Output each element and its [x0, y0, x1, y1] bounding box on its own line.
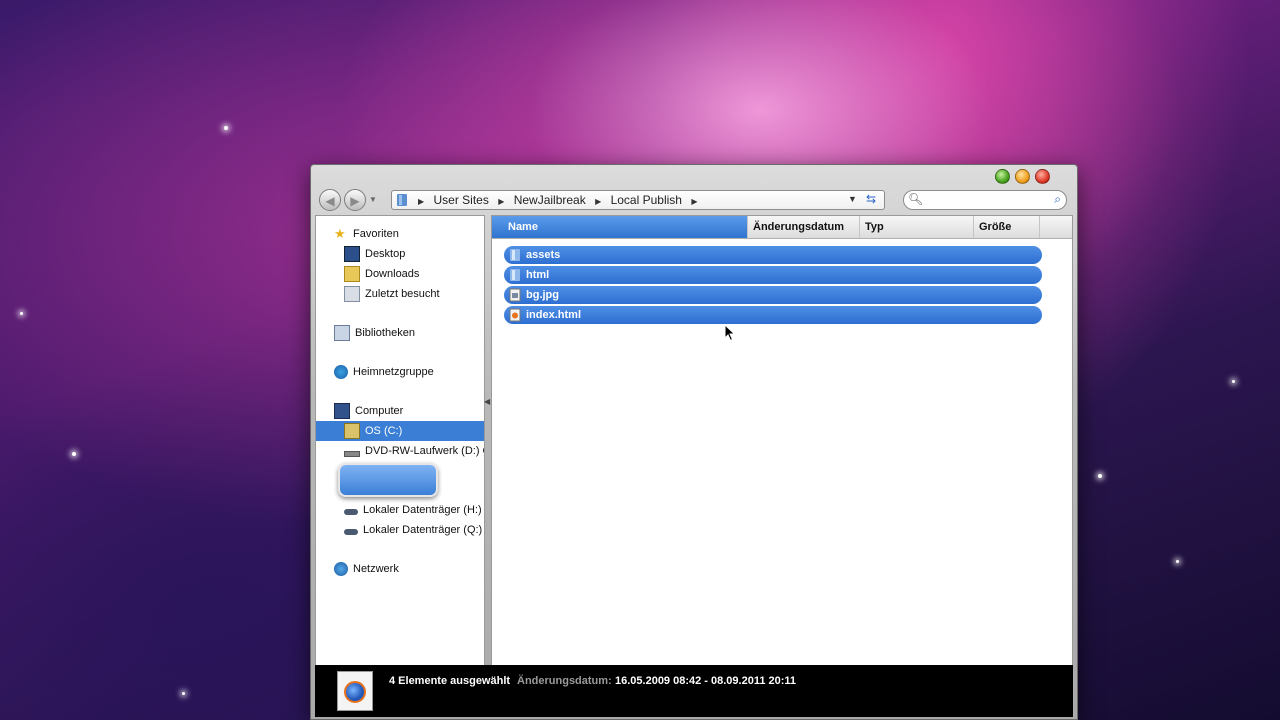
downloads-folder-icon [344, 266, 360, 283]
file-row[interactable]: index.html [504, 306, 1042, 324]
file-row[interactable]: assets [504, 246, 1042, 264]
breadcrumb: ▶ User Sites ▶ NewJailbreak ▶ Local Publ… [412, 191, 703, 209]
hard-drive-icon [344, 529, 358, 536]
nav-computer[interactable]: Computer [334, 401, 403, 421]
nav-item-recent[interactable]: Zuletzt besucht [344, 284, 440, 304]
date-modified-value: 16.05.2009 08:42 - 08.09.2011 20:11 [615, 675, 797, 687]
breadcrumb-separator[interactable]: ▶ [691, 197, 697, 206]
star [20, 312, 23, 315]
minimize-button[interactable] [995, 169, 1010, 184]
nav-item-downloads[interactable]: Downloads [344, 264, 419, 284]
file-name: index.html [526, 309, 582, 321]
drive-icon [344, 423, 360, 440]
toolbar: ◀ ▶ ▼ ▶ User Sites ▶ NewJailbreak ▶ Loca… [311, 187, 1077, 215]
star [224, 126, 228, 130]
folder-icon [510, 249, 520, 261]
star [1098, 474, 1102, 478]
zoom-button[interactable] [1015, 169, 1030, 184]
address-dropdown-icon[interactable]: ▼ [848, 194, 857, 204]
star [182, 692, 185, 695]
recent-pages-dropdown[interactable]: ▼ [369, 195, 377, 204]
nav-network[interactable]: Netzwerk [334, 559, 399, 579]
star [1176, 560, 1179, 563]
forward-button[interactable]: ▶ [344, 189, 366, 211]
selection-count: 4 Elemente ausgewählt [389, 675, 511, 687]
desktop-icon [344, 246, 360, 263]
file-name: bg.jpg [526, 289, 559, 301]
star [72, 452, 76, 456]
folder-icon [397, 194, 407, 206]
breadcrumb-separator[interactable]: ▶ [595, 197, 601, 206]
file-name: assets [526, 249, 561, 261]
navigation-pane: ★ Favoriten Desktop Downloads Zuletzt bes… [315, 215, 485, 667]
recent-places-icon [344, 286, 360, 303]
search-input[interactable]: 🔍︎ ⌕ [903, 190, 1067, 210]
explorer-window: ◀ ▶ ▼ ▶ User Sites ▶ NewJailbreak ▶ Loca… [310, 164, 1078, 720]
image-file-icon [509, 288, 521, 302]
nav-item-drive-q[interactable]: Lokaler Datenträger (Q:) [344, 520, 482, 540]
breadcrumb-item[interactable]: Local Publish [611, 193, 682, 207]
star-icon: ★ [334, 226, 346, 242]
breadcrumb-separator[interactable]: ▶ [418, 197, 424, 206]
computer-icon [334, 403, 350, 420]
refresh-icon[interactable]: ⇆ [866, 192, 876, 206]
file-row[interactable]: bg.jpg [504, 286, 1042, 304]
hard-drive-icon [344, 509, 358, 516]
nav-homegroup[interactable]: Heimnetzgruppe [334, 362, 434, 382]
nav-libraries[interactable]: Bibliotheken [334, 323, 415, 343]
column-header: Name Änderungsdatum Typ Größe [492, 216, 1072, 239]
column-size[interactable]: Größe [974, 216, 1040, 238]
mouse-cursor-icon [724, 324, 736, 342]
splitter-arrow-icon: ◀ [484, 397, 491, 406]
star [1232, 380, 1235, 383]
nav-favorites[interactable]: ★ Favoriten [334, 224, 399, 244]
date-modified-label: Änderungsdatum: [517, 675, 612, 687]
breadcrumb-separator[interactable]: ▶ [498, 197, 504, 206]
file-thumbnail [337, 671, 373, 711]
network-icon [334, 562, 348, 577]
nav-item-drive-c[interactable]: OS (C:) [316, 421, 484, 441]
dvd-drive-icon [344, 450, 360, 457]
firefox-icon [344, 681, 366, 703]
drag-preview [338, 463, 438, 497]
close-button[interactable] [1035, 169, 1050, 184]
file-row[interactable]: html [504, 266, 1042, 284]
column-date-modified[interactable]: Änderungsdatum [748, 216, 860, 238]
address-bar[interactable]: ▶ User Sites ▶ NewJailbreak ▶ Local Publ… [391, 190, 885, 210]
html-file-icon [509, 308, 521, 322]
search-submit-icon[interactable]: ⌕ [1054, 192, 1061, 207]
details-pane: 4 Elemente ausgewählt Änderungsdatum: 16… [315, 665, 1073, 717]
back-button[interactable]: ◀ [319, 189, 341, 211]
folder-icon [510, 269, 520, 281]
file-name: html [526, 269, 550, 281]
titlebar [311, 165, 1077, 187]
homegroup-icon [334, 365, 348, 380]
breadcrumb-item[interactable]: User Sites [434, 193, 489, 207]
nav-item-drive-h[interactable]: Lokaler Datenträger (H:) [344, 500, 482, 520]
nav-item-desktop[interactable]: Desktop [344, 244, 405, 264]
pane-splitter[interactable]: ◀ [484, 215, 490, 665]
column-type[interactable]: Typ [860, 216, 974, 238]
back-arrow-icon: ◀ [325, 194, 335, 208]
nav-item-dvd-drive[interactable]: DVD-RW-Laufwerk (D:) C [344, 441, 484, 461]
breadcrumb-item[interactable]: NewJailbreak [514, 193, 586, 207]
search-icon: 🔍︎ [908, 192, 924, 206]
file-list: Name Änderungsdatum Typ Größe assets htm… [491, 215, 1073, 667]
forward-arrow-icon: ▶ [350, 194, 360, 208]
libraries-icon [334, 325, 350, 342]
column-name[interactable]: Name [492, 216, 748, 238]
